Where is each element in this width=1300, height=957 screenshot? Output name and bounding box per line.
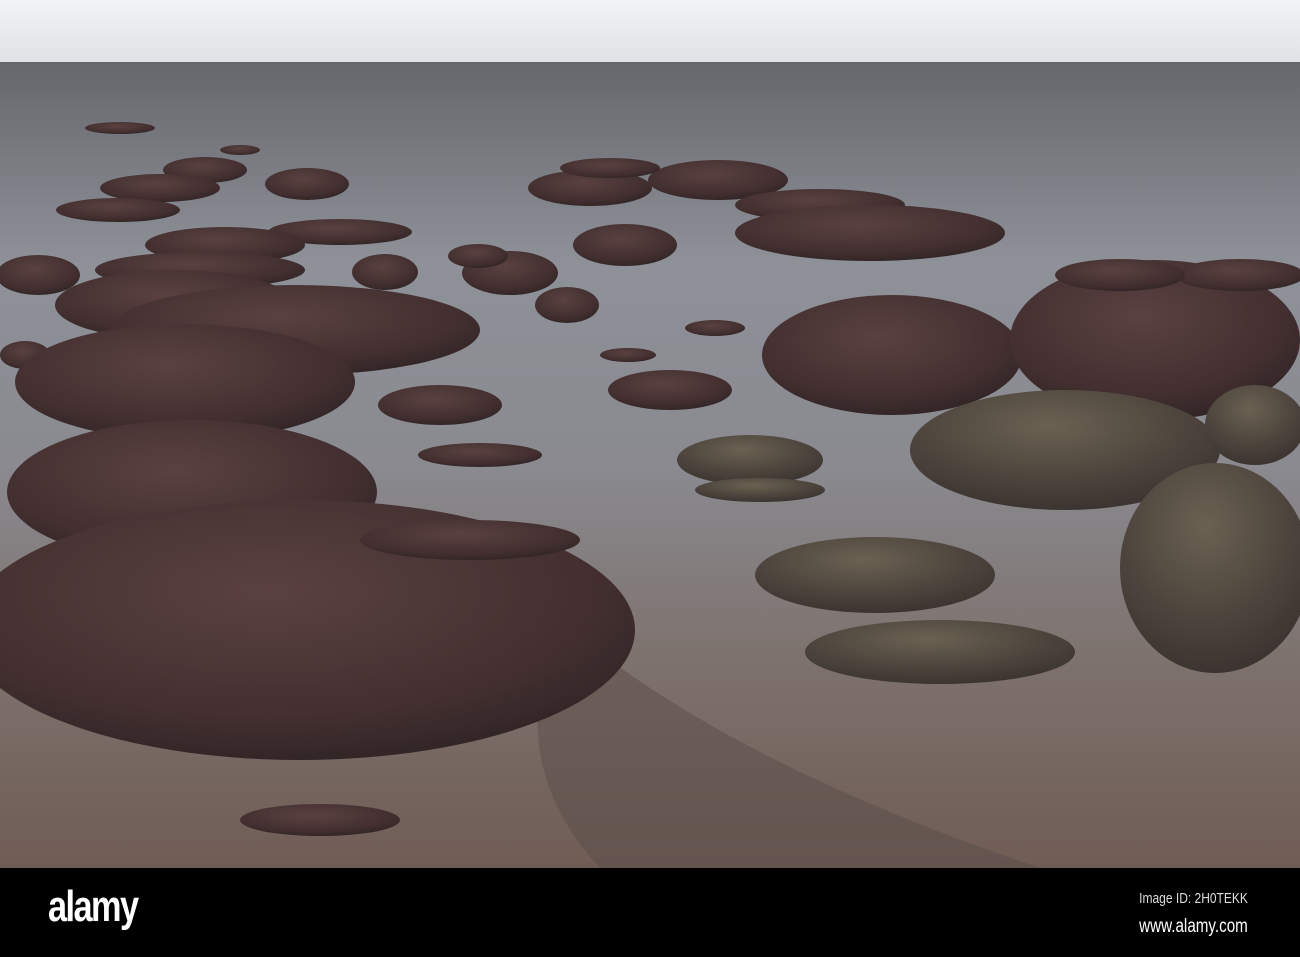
rock: [360, 520, 580, 560]
rock: [695, 478, 825, 502]
rock: [755, 537, 995, 613]
rock: [685, 320, 745, 336]
rock: [1175, 259, 1300, 291]
rock: [535, 287, 599, 323]
image-id: Image ID: 2H0TEKK: [1139, 890, 1248, 907]
rock: [573, 224, 677, 266]
rock: [85, 122, 155, 134]
seascape-photo: [0, 0, 1300, 868]
rock: [560, 158, 660, 178]
rock: [762, 295, 1022, 415]
rock: [448, 244, 508, 268]
rock: [352, 254, 418, 290]
rock: [805, 620, 1075, 684]
watermark-bar: alamy Image ID: 2H0TEKK www.alamy.com: [0, 868, 1300, 957]
rock: [240, 804, 400, 836]
watermark-url: www.alamy.com: [1139, 916, 1248, 937]
sky: [0, 0, 1300, 63]
rock: [1055, 259, 1185, 291]
rock: [600, 348, 656, 362]
rock: [378, 385, 502, 425]
photo-frame: alamy Image ID: 2H0TEKK www.alamy.com: [0, 0, 1300, 957]
rock: [608, 370, 732, 410]
alamy-logo: alamy: [48, 882, 139, 931]
rock: [100, 174, 220, 202]
rock: [265, 168, 349, 200]
rock: [735, 205, 1005, 261]
rock: [56, 198, 180, 222]
rock: [677, 435, 823, 485]
rock: [220, 145, 260, 155]
rock: [418, 443, 542, 467]
